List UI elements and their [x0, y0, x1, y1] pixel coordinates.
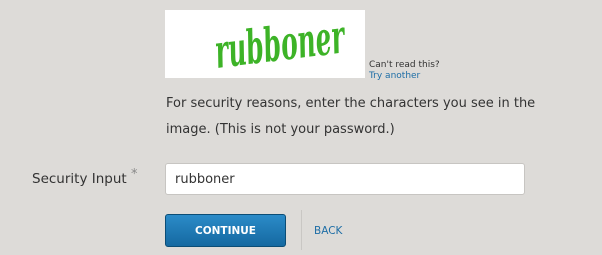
security-input-label: Security Input — [32, 171, 127, 187]
security-input[interactable] — [165, 163, 525, 195]
cant-read-text: Can't read this? — [369, 60, 440, 70]
required-star-icon: * — [131, 167, 138, 182]
captcha-svg: rubboner — [212, 10, 350, 78]
captcha-help: Can't read this? Try another — [369, 60, 440, 82]
button-divider — [301, 210, 302, 250]
security-instructions: For security reasons, enter the characte… — [166, 96, 536, 137]
continue-button[interactable]: CONTINUE — [165, 214, 286, 247]
back-link[interactable]: BACK — [314, 225, 342, 237]
captcha-image: rubboner — [165, 10, 365, 78]
captcha-word: rubboner — [212, 10, 350, 78]
try-another-link[interactable]: Try another — [369, 71, 440, 82]
